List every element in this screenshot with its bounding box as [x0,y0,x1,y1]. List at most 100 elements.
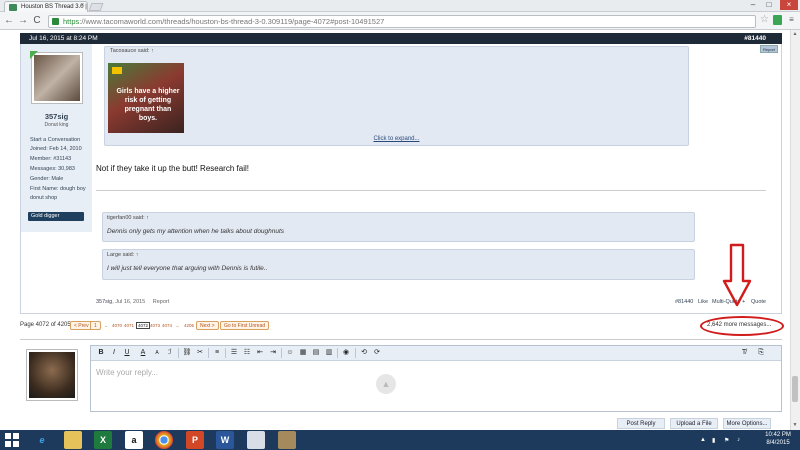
more-options-button[interactable]: More Options... [723,418,771,429]
page-link[interactable]: 4070 [112,323,122,328]
internet-explorer-icon[interactable]: e [33,431,51,449]
menu-icon[interactable]: ≡ [787,15,796,25]
chrome-icon[interactable] [155,431,173,449]
toolbar-separator [355,348,356,358]
windows-start-icon[interactable] [4,432,20,448]
unlink-icon[interactable]: ✂ [195,348,205,358]
numbered-list-icon[interactable]: ☷ [242,348,252,358]
minimize-button[interactable]: – [746,0,760,10]
first-unread-button[interactable]: Go to First Unread [220,321,270,330]
toolbar-separator [178,348,179,358]
page-link[interactable]: 4074 [162,323,172,328]
left-arrow-icon[interactable]: ← [104,323,109,328]
drafts-icon[interactable]: ⎘ [756,348,766,358]
toolbar-separator [281,348,282,358]
scroll-down-icon[interactable]: ▼ [791,422,799,428]
font-size-icon[interactable]: A [152,348,162,358]
click-to-expand-link[interactable]: Click to expand... [104,136,689,142]
forward-icon[interactable]: → [17,15,29,27]
clock[interactable]: 10:42 PM 8/4/2015 [760,431,796,447]
page-1-button[interactable]: 1 [90,321,101,330]
app-icon[interactable] [278,431,296,449]
divider [96,190,766,191]
page-link[interactable]: 4073 [150,323,160,328]
report-button[interactable]: Report [760,45,778,53]
url-path: ://www.tacomaworld.com/threads/houston-b… [79,17,385,26]
volume-icon[interactable]: ♪ [737,437,740,443]
avatar[interactable] [32,53,82,103]
scroll-up-icon[interactable]: ▲ [791,31,799,37]
undo-icon[interactable]: ⟲ [359,348,369,358]
quoted-image[interactable]: Girls have a higher risk of getting preg… [108,63,184,133]
reload-icon[interactable]: C [31,15,43,27]
last-page-link[interactable]: 4205 [184,323,194,328]
image-icon[interactable]: ▦ [298,348,308,358]
remove-format-icon[interactable]: T̸ [739,348,749,358]
align-icon[interactable]: ≡ [212,348,222,358]
footer-date[interactable]: , Jul 16, 2015 [112,299,145,305]
footer-post-number[interactable]: #81440 [675,299,693,305]
right-arrow-icon[interactable]: → [175,323,180,328]
post-number[interactable]: #81440 [744,33,766,44]
underline-icon[interactable]: U [122,348,132,358]
clock-date: 8/4/2015 [766,440,790,446]
lock-icon [52,18,59,25]
user-gender: Gender: Male [30,176,64,182]
red-arrow-annotation [722,243,752,307]
url-bar[interactable]: https://www.tacomaworld.com/threads/hous… [48,15,756,28]
divider [20,339,782,340]
quote-attribution[interactable]: Large said: ↑ [107,252,139,258]
indent-icon[interactable]: ⇥ [268,348,278,358]
insert-icon[interactable]: ▥ [324,348,334,358]
smilie-icon[interactable]: ☺ [285,348,295,358]
link-icon[interactable]: ⛓ [182,348,192,358]
tray-up-arrow-icon[interactable]: ▲ [700,437,706,443]
powerpoint-icon[interactable]: P [186,431,204,449]
flag-icon[interactable]: ⚑ [724,437,729,444]
outdent-icon[interactable]: ⇤ [255,348,265,358]
quote-link[interactable]: Quote [751,299,766,305]
red-circle-annotation [700,316,784,336]
upload-file-button[interactable]: Upload a File [670,418,718,429]
font-color-icon[interactable]: A [138,348,148,358]
footer-report-link[interactable]: Report [153,299,170,305]
excel-icon[interactable]: X [94,431,112,449]
username[interactable]: 357sig [21,112,92,121]
amazon-icon[interactable]: a [125,431,143,449]
quote-block [104,46,689,146]
network-icon[interactable]: ▮ [712,437,715,444]
next-page-button[interactable]: Next > [196,321,219,330]
redo-icon[interactable]: ⟳ [372,348,382,358]
word-icon[interactable]: W [216,431,234,449]
quote-attribution[interactable]: tigerfan00 said: ↑ [107,215,149,221]
page-link[interactable]: 4071 [124,323,134,328]
start-conversation-link[interactable]: Start a Conversation [30,136,80,145]
scrollbar-thumb[interactable] [792,376,798,402]
post-reply-button[interactable]: Post Reply [617,418,665,429]
italic-icon[interactable]: I [109,348,119,358]
tab-close-icon[interactable]: × [80,3,84,9]
scroll-to-top-icon[interactable]: ▲ [376,374,396,394]
extension-icon[interactable] [773,15,782,25]
title-bar [0,0,800,12]
post-footer: 357sig, Jul 16, 2015 Report [96,299,169,305]
user-messages: Messages: 30,983 [30,166,75,172]
post-header: Jul 16, 2015 at 8:24 PM #81440 [20,33,782,44]
font-family-icon[interactable]: ℐ [165,348,175,358]
bookmark-star-icon[interactable]: ☆ [760,14,769,25]
footer-author-link[interactable]: 357sig [96,299,112,305]
file-explorer-icon[interactable] [64,431,82,449]
camera-icon[interactable]: ◉ [341,348,351,358]
quote-attribution[interactable]: Tacosauce said: ↑ [110,48,154,54]
close-button[interactable]: × [780,0,798,10]
maximize-button[interactable]: □ [762,0,776,10]
document-icon[interactable] [247,431,265,449]
browser-tab[interactable]: Houston BS Thread 3.0 | × [4,1,88,12]
toolbar-separator [225,348,226,358]
like-link[interactable]: Like [698,299,708,305]
bold-icon[interactable]: B [96,348,106,358]
media-icon[interactable]: ▤ [311,348,321,358]
back-icon[interactable]: ← [3,15,15,27]
bullet-list-icon[interactable]: ☰ [229,348,239,358]
scrollbar[interactable] [790,30,800,430]
